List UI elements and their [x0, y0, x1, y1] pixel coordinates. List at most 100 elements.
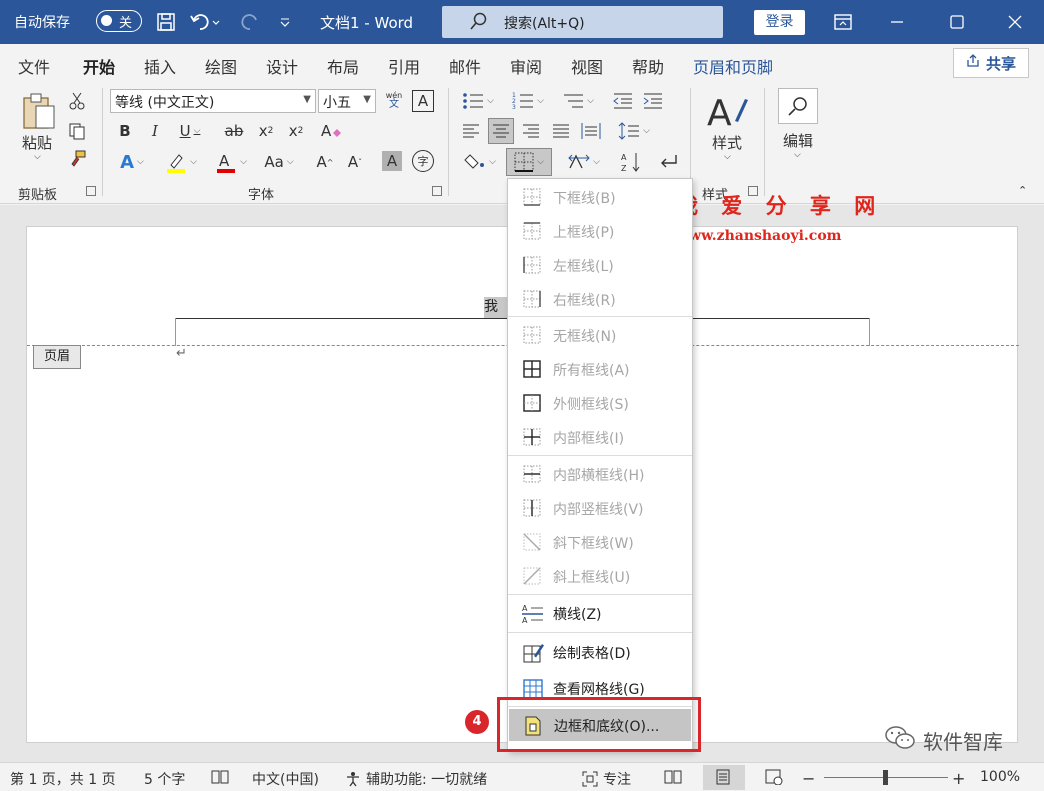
zoom-level[interactable]: 100%: [980, 769, 1020, 785]
customize-quick-access-icon[interactable]: [278, 10, 292, 34]
zoom-in-button[interactable]: +: [952, 769, 965, 788]
focus-mode[interactable]: 专注: [582, 769, 631, 789]
print-layout-icon[interactable]: [716, 769, 730, 785]
menu-item-no-border[interactable]: 无框线(N): [508, 319, 692, 351]
menu-item-top-border[interactable]: 上框线(P): [508, 215, 692, 247]
decrease-indent-icon[interactable]: [612, 90, 634, 112]
borders-button[interactable]: ⌵: [506, 148, 552, 176]
copy-icon[interactable]: [66, 120, 88, 142]
close-icon[interactable]: [998, 6, 1032, 38]
tab-mailings[interactable]: 邮件: [449, 54, 481, 78]
styles-dropdown-icon[interactable]: ⌵: [724, 152, 731, 162]
save-icon[interactable]: [156, 10, 176, 34]
menu-item-bottom-border[interactable]: 下框线(B): [508, 181, 692, 213]
numbering-icon[interactable]: 1 2 3 ⌵: [508, 90, 548, 112]
chinese-layout-icon[interactable]: ⌵: [564, 150, 604, 174]
paste-dropdown-icon[interactable]: ⌵: [34, 152, 41, 162]
align-right-icon[interactable]: [520, 120, 542, 142]
font-color-icon[interactable]: A ⌵: [210, 150, 252, 174]
tab-review[interactable]: 审阅: [510, 54, 542, 78]
editing-label[interactable]: 编辑: [783, 130, 813, 151]
sort-icon[interactable]: AZ: [618, 150, 644, 174]
selected-header-text[interactable]: 我爱: [484, 297, 508, 318]
tab-design[interactable]: 设计: [266, 54, 298, 78]
font-size-combo[interactable]: 小五 ▼: [318, 89, 376, 113]
word-count[interactable]: 5 个字: [144, 769, 185, 789]
editing-search-icon[interactable]: [778, 88, 818, 124]
menu-item-all-borders[interactable]: 所有框线(A): [508, 353, 692, 385]
tab-layout[interactable]: 布局: [327, 54, 359, 78]
character-border-icon[interactable]: A: [412, 90, 434, 112]
phonetic-guide-icon[interactable]: wén 文: [382, 89, 406, 113]
underline-icon[interactable]: U ⌵: [174, 120, 206, 142]
superscript-icon[interactable]: x2: [286, 120, 306, 142]
menu-item-inside-borders[interactable]: 内部框线(I): [508, 421, 692, 453]
menu-item-diagonal-down-border[interactable]: 斜下框线(W): [508, 526, 692, 558]
enclose-characters-icon[interactable]: 字: [412, 150, 434, 172]
subscript-icon[interactable]: x2: [256, 120, 276, 142]
clipboard-launcher-icon[interactable]: [86, 186, 96, 196]
ribbon-display-options-icon[interactable]: [826, 6, 860, 38]
maximize-icon[interactable]: [940, 6, 974, 38]
login-button[interactable]: 登录: [754, 10, 805, 35]
menu-item-inside-vertical-border[interactable]: 内部竖框线(V): [508, 492, 692, 524]
editing-dropdown-icon[interactable]: ⌵: [794, 150, 801, 160]
strikethrough-icon[interactable]: ab: [222, 120, 246, 142]
autosave-toggle[interactable]: 关: [96, 10, 142, 32]
zoom-out-button[interactable]: −: [802, 769, 815, 788]
font-launcher-icon[interactable]: [432, 186, 442, 196]
grow-font-icon[interactable]: A ^: [314, 150, 336, 174]
collapse-ribbon-icon[interactable]: ⌃: [1018, 184, 1027, 197]
increase-indent-icon[interactable]: [642, 90, 664, 112]
shading-icon[interactable]: ⌵: [460, 150, 500, 174]
bullets-icon[interactable]: ⌵: [458, 90, 498, 112]
menu-item-left-border[interactable]: 左框线(L): [508, 249, 692, 281]
redo-icon[interactable]: [238, 10, 262, 34]
shrink-font-icon[interactable]: Aˇ: [344, 150, 366, 174]
align-left-icon[interactable]: [460, 120, 482, 142]
menu-item-right-border[interactable]: 右框线(R): [508, 283, 692, 315]
paste-icon[interactable]: [18, 90, 58, 134]
italic-icon[interactable]: I: [146, 120, 164, 142]
line-spacing-icon[interactable]: ⌵: [614, 120, 654, 142]
highlight-color-icon[interactable]: ⌵: [160, 150, 202, 174]
web-layout-icon[interactable]: [765, 769, 783, 785]
read-mode-icon[interactable]: [664, 769, 682, 785]
menu-item-horizontal-line[interactable]: AA 横线(Z): [508, 597, 692, 629]
tab-draw[interactable]: 绘图: [205, 54, 237, 78]
align-center-icon[interactable]: [488, 118, 514, 144]
justify-icon[interactable]: [550, 120, 572, 142]
paste-label[interactable]: 粘贴: [22, 132, 52, 153]
menu-item-outside-borders[interactable]: 外侧框线(S): [508, 387, 692, 419]
tab-header-footer[interactable]: 页眉和页脚: [693, 54, 773, 78]
proofing-icon[interactable]: [211, 769, 229, 785]
tab-insert[interactable]: 插入: [144, 54, 176, 78]
show-formatting-marks-icon[interactable]: [654, 150, 680, 174]
tab-view[interactable]: 视图: [571, 54, 603, 78]
share-button[interactable]: 共享: [953, 48, 1029, 78]
tab-references[interactable]: 引用: [388, 54, 420, 78]
bold-icon[interactable]: B: [116, 120, 134, 142]
menu-item-diagonal-up-border[interactable]: 斜上框线(U): [508, 560, 692, 592]
tab-help[interactable]: 帮助: [632, 54, 664, 78]
change-case-icon[interactable]: Aa ⌵: [260, 150, 298, 174]
search-box[interactable]: 搜索(Alt+Q): [442, 6, 723, 38]
font-name-combo[interactable]: 等线 (中文正文) ▼: [110, 89, 316, 113]
styles-label[interactable]: 样式: [712, 132, 742, 153]
language-status[interactable]: 中文(中国): [252, 769, 319, 789]
undo-icon[interactable]: [190, 10, 220, 34]
zoom-slider-thumb[interactable]: [883, 770, 888, 785]
menu-item-inside-horizontal-border[interactable]: 内部横框线(H): [508, 458, 692, 490]
character-shading-icon[interactable]: A: [382, 151, 402, 171]
minimize-icon[interactable]: [880, 6, 914, 38]
menu-item-draw-table[interactable]: 绘制表格(D): [508, 636, 692, 668]
styles-icon[interactable]: A: [704, 90, 750, 132]
distributed-icon[interactable]: [580, 120, 602, 142]
accessibility-status[interactable]: 辅助功能: 一切就绪: [345, 769, 487, 789]
page-count[interactable]: 第 1 页，共 1 页: [10, 769, 116, 789]
format-painter-icon[interactable]: [66, 148, 88, 170]
clear-formatting-icon[interactable]: A: [318, 120, 344, 142]
zoom-slider[interactable]: [824, 770, 948, 785]
multilevel-list-icon[interactable]: ⌵: [558, 90, 598, 112]
cut-icon[interactable]: [66, 90, 88, 112]
